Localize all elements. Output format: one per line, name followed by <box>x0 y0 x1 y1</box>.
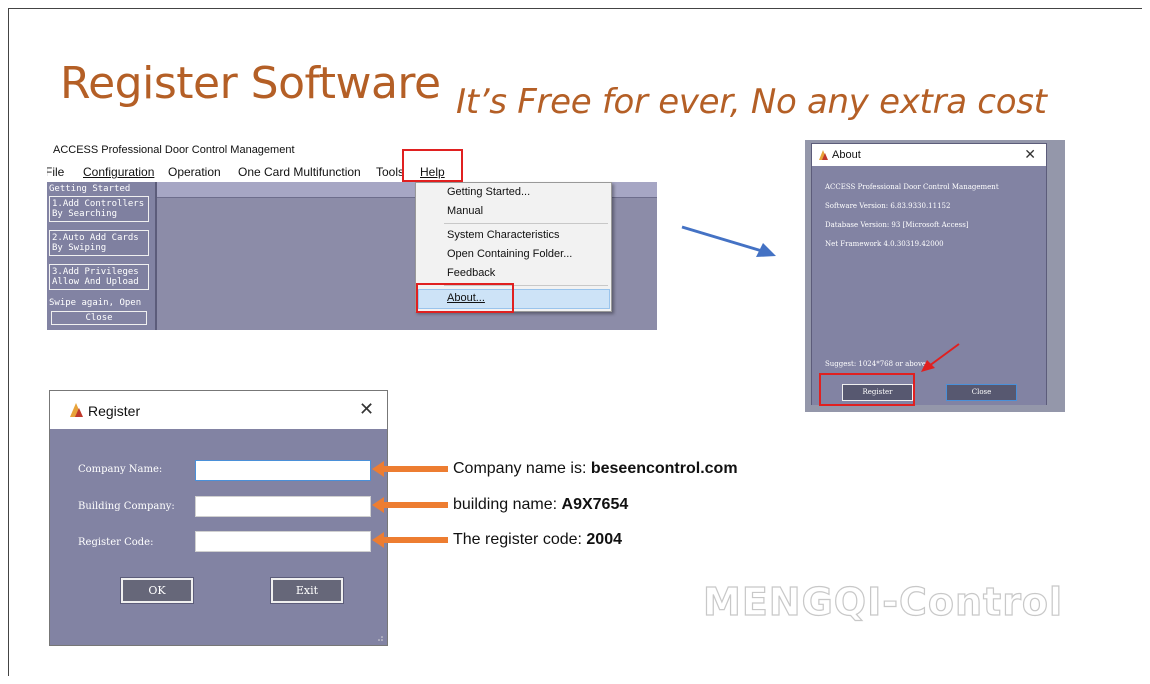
register-dialog: Register ✕ Company Name: Building Compan… <box>49 390 388 646</box>
annotation-company-name: Company name is: beseencontrol.com <box>453 460 738 478</box>
register-titlebar: Register ✕ <box>50 391 387 429</box>
menu-one-card-multifunction[interactable]: One Card Multifunction <box>238 165 361 179</box>
menu-tools[interactable]: Tools <box>376 165 404 179</box>
register-code-label: Register Code: <box>78 537 154 548</box>
app-window: ACCESS Professional Door Control Managem… <box>47 140 657 330</box>
about-line-framework: Net Framework 4.0.30319.42000 <box>825 240 944 248</box>
annotation-building-name: building name: A9X7654 <box>453 496 628 514</box>
menu-operation[interactable]: Operation <box>168 165 221 179</box>
ok-button[interactable]: OK <box>120 577 194 604</box>
menu-item-open-containing-folder[interactable]: Open Containing Folder... <box>447 248 572 260</box>
menu-bar: File Configuration Operation One Card Mu… <box>47 162 657 182</box>
sidebar-button-line: Allow And Upload <box>52 277 139 287</box>
red-pointer-arrow-icon <box>921 343 960 372</box>
annotation-value: beseencontrol.com <box>590 460 738 477</box>
building-company-label: Building Company: <box>78 501 175 512</box>
sidebar-button-line: 1.Add Controllers <box>52 199 145 209</box>
about-close-button[interactable]: Close <box>946 384 1017 401</box>
left-pointing-arrow-icon <box>372 532 448 548</box>
sidebar-add-privileges-button[interactable]: 3.Add Privileges Allow And Upload <box>49 264 149 290</box>
menu-item-getting-started[interactable]: Getting Started... <box>447 186 530 198</box>
about-suggest-text: Suggest: 1024*768 or above <box>825 360 927 368</box>
register-code-input[interactable] <box>195 531 371 552</box>
menu-separator <box>444 223 608 224</box>
about-line-database-version: Database Version: 93 [Microsoft Access] <box>825 221 969 229</box>
about-titlebar: About ✕ <box>812 144 1046 166</box>
app-logo-icon <box>70 403 83 417</box>
menu-item-manual[interactable]: Manual <box>447 205 483 217</box>
building-company-input[interactable] <box>195 496 371 517</box>
sidebar-add-controllers-button[interactable]: 1.Add Controllers By Searching <box>49 196 149 222</box>
menu-item-system-characteristics[interactable]: System Characteristics <box>447 229 559 241</box>
annotation-prefix: Company name is: <box>453 460 591 477</box>
menu-file[interactable]: File <box>47 165 64 179</box>
about-dialog-title: About <box>832 149 861 161</box>
company-name-label: Company Name: <box>78 464 163 475</box>
annotation-prefix: building name: <box>453 496 562 513</box>
annotation-arrows <box>372 461 448 548</box>
register-dialog-title: Register <box>88 403 141 419</box>
menu-item-feedback[interactable]: Feedback <box>447 267 495 279</box>
company-name-input[interactable] <box>195 460 371 481</box>
left-pointing-arrow-icon <box>372 497 448 513</box>
about-line-software-version: Software Version: 6.83.9330.11152 <box>825 202 951 210</box>
blue-arrow-icon <box>681 225 776 257</box>
resize-grip-icon[interactable] <box>376 634 384 642</box>
sidebar-button-line: 3.Add Privileges <box>52 267 139 277</box>
getting-started-sidebar: Getting Started 1.Add Controllers By Sea… <box>47 182 157 330</box>
watermark-text: MENGQI-Control <box>702 579 1064 624</box>
help-red-highlight <box>402 149 463 182</box>
slide-title: Register Software <box>60 58 441 109</box>
sidebar-button-line: By Swiping <box>52 243 107 253</box>
sidebar-button-line: 2.Auto Add Cards <box>52 233 139 243</box>
annotation-value: A9X7654 <box>561 496 629 513</box>
about-red-highlight <box>416 283 514 313</box>
left-pointing-arrow-icon <box>372 461 448 477</box>
register-red-highlight <box>819 373 915 406</box>
annotation-register-code: The register code: 2004 <box>453 531 622 549</box>
annotation-value: 2004 <box>586 531 622 548</box>
close-icon[interactable]: ✕ <box>1024 146 1036 163</box>
about-line-product: ACCESS Professional Door Control Managem… <box>825 183 999 191</box>
slide-subtitle: It’s Free for ever, No any extra cost <box>456 82 1047 122</box>
app-logo-icon <box>819 150 828 160</box>
sidebar-close-button[interactable]: Close <box>51 311 147 325</box>
sidebar-auto-add-cards-button[interactable]: 2.Auto Add Cards By Swiping <box>49 230 149 256</box>
sidebar-header: Getting Started <box>49 184 131 194</box>
menu-configuration[interactable]: Configuration <box>83 165 154 179</box>
app-window-title: ACCESS Professional Door Control Managem… <box>53 144 295 156</box>
exit-button[interactable]: Exit <box>270 577 344 604</box>
annotation-prefix: The register code: <box>453 531 587 548</box>
close-icon[interactable]: ✕ <box>359 399 374 420</box>
sidebar-swipe-text: Swipe again, Open <box>49 298 142 308</box>
sidebar-button-line: By Searching <box>52 209 118 219</box>
